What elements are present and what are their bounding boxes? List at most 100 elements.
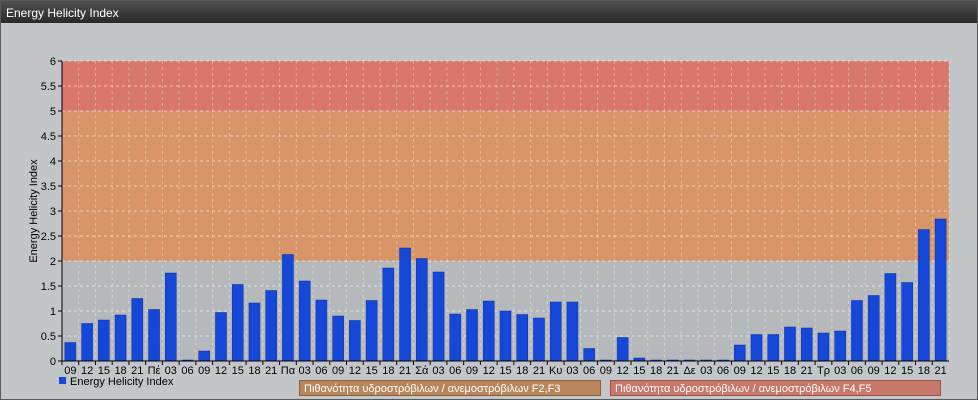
bar-9	[215, 312, 227, 362]
y-tick-label: 2	[50, 256, 56, 268]
bar-22	[432, 271, 445, 362]
x-tick-label: 03	[299, 365, 311, 377]
bar-17	[349, 320, 361, 362]
x-tick-label: Κυ	[549, 365, 562, 377]
bar-13	[282, 254, 294, 362]
y-tick-label: 4	[50, 156, 56, 168]
bar-43	[784, 326, 796, 362]
y-axis-label: Energy Helicity Index	[28, 159, 40, 263]
x-tick-label: 09	[198, 365, 210, 377]
chart-svg: 00.511.522.533.544.555.56 09 12 15 18 21 Πέ 03…	[28, 56, 950, 377]
x-tick-label: 06	[583, 365, 595, 377]
x-tick-label: 18	[516, 365, 528, 377]
y-tick-label: 3.5	[41, 181, 56, 193]
x-tick-label: 09	[734, 365, 746, 377]
bar-45	[817, 332, 830, 362]
x-tick-label: 18	[650, 365, 662, 377]
x-tick-label: 21	[265, 365, 277, 377]
bar-51	[918, 229, 930, 362]
x-tick-label: 18	[784, 365, 796, 377]
bar-47	[851, 300, 863, 362]
x-tick-label: 09	[868, 365, 880, 377]
bar-14	[298, 280, 311, 362]
x-tick-label: 12	[884, 365, 896, 377]
bar-26	[499, 310, 512, 362]
x-tick-label: 09	[600, 365, 612, 377]
bar-11	[248, 302, 261, 362]
y-tick-label: 6	[50, 56, 56, 68]
x-tick-label: 12	[617, 365, 629, 377]
x-tick-label: 06	[851, 365, 863, 377]
bar-28	[533, 317, 545, 362]
x-tick-label: 06	[181, 365, 193, 377]
x-tick-label: 18	[382, 365, 394, 377]
y-tick-label: 5.5	[41, 81, 56, 93]
bar-29	[549, 301, 562, 362]
bar-5	[148, 309, 160, 362]
legend-label: Energy Helicity Index	[70, 376, 174, 388]
x-tick-label: 18	[248, 365, 260, 377]
x-tick-label: 03	[432, 365, 444, 377]
bar-6	[165, 272, 177, 362]
x-tick-label: 12	[750, 365, 762, 377]
y-tick-label: 4.5	[41, 131, 56, 143]
zone-label-f4-f5: Πιθανότητα υδροστρόβιλων / ανεμοστρόβιλω…	[610, 380, 941, 396]
x-tick-label: 03	[700, 365, 712, 377]
bar-1	[81, 323, 93, 362]
legend: Energy Helicity Index	[59, 376, 173, 388]
x-tick-label: 12	[215, 365, 227, 377]
x-tick-label: Δε	[683, 365, 695, 377]
x-tick-label: 03	[566, 365, 578, 377]
x-tick-label: 09	[332, 365, 344, 377]
bar-44	[800, 327, 813, 362]
y-tick-label: 0.5	[41, 331, 56, 343]
bar-46	[834, 330, 846, 362]
bar-15	[315, 299, 328, 362]
x-tick-label: 15	[499, 365, 511, 377]
bar-40	[734, 344, 746, 362]
bar-16	[332, 315, 344, 362]
y-tick-label: 5	[50, 106, 56, 118]
x-tick-label: 12	[349, 365, 361, 377]
bar-30	[566, 301, 579, 362]
x-tick-label: 15	[365, 365, 377, 377]
x-tick-label: Τρ	[817, 365, 830, 377]
y-tick-label: 1	[50, 306, 56, 318]
bar-31	[583, 348, 595, 362]
bar-25	[482, 300, 495, 362]
x-tick-label: 15	[901, 365, 913, 377]
bar-48	[867, 295, 880, 362]
x-tick-label: 21	[533, 365, 545, 377]
bar-23	[449, 313, 462, 362]
bar-42	[767, 334, 780, 362]
y-tick-label: 0	[50, 356, 56, 368]
bar-20	[399, 247, 411, 362]
bar-12	[265, 290, 277, 362]
bar-41	[750, 334, 763, 362]
x-tick-label: 15	[633, 365, 645, 377]
chart-panel: Energy Helicity Index 0 0.5 1 1.5 2 2.5 3 3.5 4 4…	[0, 0, 978, 400]
bar-49	[884, 273, 897, 362]
x-tick-label: 06	[449, 365, 461, 377]
bar-50	[901, 282, 913, 362]
bar-18	[365, 300, 378, 362]
bar-52	[934, 218, 947, 362]
bar-10	[231, 284, 244, 362]
x-tick-label: 06	[315, 365, 327, 377]
x-tick-layer: 09 12 15 18 21 Πέ 03 06 09 12 15 18 21 Πα 03 06 09 12 15 18…	[61, 361, 947, 377]
x-tick-label: 15	[767, 365, 779, 377]
bar-3	[114, 314, 127, 362]
x-tick-label: 18	[918, 365, 930, 377]
bar-21	[416, 258, 428, 362]
x-tick-label: Σά	[415, 365, 429, 377]
x-tick-label: 12	[483, 365, 495, 377]
legend-swatch	[59, 377, 66, 384]
x-tick-label: 15	[232, 365, 244, 377]
x-tick-label: 21	[801, 365, 813, 377]
y-tick-layer: 0 0.5 1 1.5 2 2.5 3 3.5 4 4.5 5 5.5 6	[41, 56, 62, 368]
bar-2	[98, 319, 110, 362]
zone-label-f2-f3: Πιθανότητα υδροστρόβιλων / ανεμοστρόβιλω…	[299, 380, 601, 396]
y-tick-label: 1.5	[41, 281, 56, 293]
bar-19	[382, 267, 395, 362]
x-tick-label: 09	[466, 365, 478, 377]
